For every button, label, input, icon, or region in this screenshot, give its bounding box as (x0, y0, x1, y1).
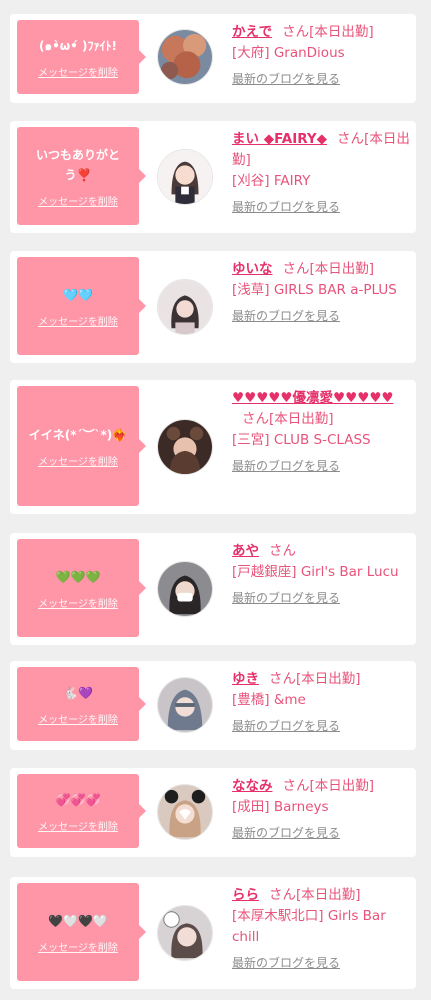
shop-name: [三宮] CLUB S-CLASS (232, 432, 371, 448)
cast-name-link[interactable]: ななみ (232, 778, 273, 794)
message-card: いつもありがとう❣️ メッセージを削除 まい ◆FAIRY◆ さん[本日出勤] [… (10, 121, 416, 233)
delete-message-link[interactable]: メッセージを削除 (38, 595, 118, 610)
cast-status: さん (269, 543, 296, 559)
message-text: いつもありがとう❣️ (35, 147, 120, 182)
cast-info: かえで さん[本日出勤] [大府] GranDious 最新のブログを見る (232, 22, 410, 90)
message-bubble: (๑•̀ω•́ )ﾌｧｲﾄ! メッセージを削除 (17, 20, 146, 94)
avatar[interactable] (157, 677, 213, 733)
latest-blog-link[interactable]: 最新のブログを見る (232, 823, 410, 844)
avatar[interactable] (157, 419, 213, 475)
message-card: 🩵🩵 メッセージを削除 ゆいな さん[本日出勤] [浅草] GIRLS BAR a… (10, 251, 416, 363)
cast-info: ♥♥♥♥♥優凛愛♥♥♥♥♥さん[本日出勤] [三宮] CLUB S-CLASS … (232, 388, 410, 477)
cast-name-link[interactable]: あや (232, 543, 259, 559)
delete-message-link[interactable]: メッセージを削除 (38, 64, 118, 79)
cast-status: さん[本日出勤] (269, 887, 361, 903)
message-bubble: 🩵🩵 メッセージを削除 (17, 257, 146, 355)
message-bubble: 🐇💜 メッセージを削除 (17, 667, 146, 741)
cast-status: さん[本日出勤] (282, 261, 375, 277)
message-card: イイネ(*´︶`*)❤️‍🔥 メッセージを削除 ♥♥♥♥♥優凛愛♥♥♥♥♥ さん[… (10, 380, 416, 514)
latest-blog-link[interactable]: 最新のブログを見る (232, 953, 410, 974)
message-text: イイネ(*´︶`*)❤️‍🔥 (28, 427, 128, 442)
cast-name-link[interactable]: らら (232, 887, 259, 903)
shop-name: [豊橋] &me (232, 692, 306, 708)
delete-message-link[interactable]: メッセージを削除 (38, 939, 118, 954)
cast-status: さん[本日出勤] (242, 411, 334, 427)
avatar[interactable] (157, 149, 213, 205)
cast-status: さん[本日出勤] (282, 24, 374, 40)
cast-info: あや さん [戸越銀座] Girl's Bar Lucu 最新のブログを見る (232, 541, 410, 609)
avatar[interactable] (157, 905, 213, 961)
cast-status: さん[本日出勤] (282, 778, 375, 794)
message-card: 💞💞💞 メッセージを削除 ななみ さん[本日出勤] [成田] Barneys 最新… (10, 768, 416, 857)
message-card: 💚💚💚 メッセージを削除 あや さん [戸越銀座] Girl's Bar Lucu… (10, 533, 416, 645)
latest-blog-link[interactable]: 最新のブログを見る (232, 69, 410, 90)
message-bubble: 🖤🤍🖤🤍 メッセージを削除 (17, 883, 146, 981)
avatar[interactable] (157, 561, 213, 617)
message-bubble: 💚💚💚 メッセージを削除 (17, 539, 146, 637)
cast-info: ゆいな さん[本日出勤] [浅草] GIRLS BAR a-PLUS 最新のブログ… (232, 259, 410, 327)
message-text: (๑•̀ω•́ )ﾌｧｲﾄ! (38, 38, 117, 53)
cast-name-link[interactable]: ゆき (232, 671, 259, 687)
message-text: 🩵🩵 (63, 287, 93, 302)
message-text: 🐇💜 (63, 685, 93, 700)
shop-name: [成田] Barneys (232, 799, 329, 815)
cast-info: ななみ さん[本日出勤] [成田] Barneys 最新のブログを見る (232, 776, 410, 844)
cast-info: らら さん[本日出勤] [本厚木駅北口] Girls Bar chill 最新のブ… (232, 885, 410, 974)
message-text: 💞💞💞 (55, 792, 101, 807)
avatar[interactable] (157, 784, 213, 840)
shop-name: [本厚木駅北口] Girls Bar chill (232, 908, 386, 945)
message-card: 🖤🤍🖤🤍 メッセージを削除 らら さん[本日出勤] [本厚木駅北口] Girls … (10, 877, 416, 989)
cast-name-link[interactable]: かえで (232, 24, 272, 40)
latest-blog-link[interactable]: 最新のブログを見る (232, 197, 410, 218)
shop-name: [戸越銀座] Girl's Bar Lucu (232, 564, 399, 580)
cast-info: まい ◆FAIRY◆ さん[本日出勤] [刈谷] FAIRY 最新のブログを見る (232, 129, 410, 218)
delete-message-link[interactable]: メッセージを削除 (38, 313, 118, 328)
latest-blog-link[interactable]: 最新のブログを見る (232, 456, 410, 477)
message-bubble: イイネ(*´︶`*)❤️‍🔥 メッセージを削除 (17, 386, 146, 506)
cast-status: さん[本日出勤] (269, 671, 361, 687)
message-list: (๑•̀ω•́ )ﾌｧｲﾄ! メッセージを削除 かえで さん[本日出勤] [大府]… (0, 0, 431, 1000)
delete-message-link[interactable]: メッセージを削除 (38, 453, 118, 468)
delete-message-link[interactable]: メッセージを削除 (38, 818, 118, 833)
cast-name-link[interactable]: ♥♥♥♥♥優凛愛♥♥♥♥♥ (232, 390, 394, 406)
avatar[interactable] (157, 279, 213, 335)
message-card: (๑•̀ω•́ )ﾌｧｲﾄ! メッセージを削除 かえで さん[本日出勤] [大府]… (10, 14, 416, 103)
avatar[interactable] (157, 29, 213, 85)
shop-name: [浅草] GIRLS BAR a-PLUS (232, 282, 397, 298)
message-text: 💚💚💚 (55, 569, 101, 584)
shop-name: [刈谷] FAIRY (232, 173, 311, 189)
cast-info: ゆき さん[本日出勤] [豊橋] &me 最新のブログを見る (232, 669, 410, 737)
latest-blog-link[interactable]: 最新のブログを見る (232, 588, 410, 609)
message-bubble: 💞💞💞 メッセージを削除 (17, 774, 146, 848)
delete-message-link[interactable]: メッセージを削除 (38, 711, 118, 726)
message-text: 🖤🤍🖤🤍 (48, 913, 108, 928)
latest-blog-link[interactable]: 最新のブログを見る (232, 306, 410, 327)
cast-name-link[interactable]: まい ◆FAIRY◆ (232, 131, 327, 147)
message-card: 🐇💜 メッセージを削除 ゆき さん[本日出勤] [豊橋] &me 最新のブログを見… (10, 661, 416, 750)
latest-blog-link[interactable]: 最新のブログを見る (232, 716, 410, 737)
message-bubble: いつもありがとう❣️ メッセージを削除 (17, 127, 146, 225)
shop-name: [大府] GranDious (232, 45, 345, 61)
delete-message-link[interactable]: メッセージを削除 (38, 193, 118, 208)
cast-name-link[interactable]: ゆいな (232, 261, 273, 277)
